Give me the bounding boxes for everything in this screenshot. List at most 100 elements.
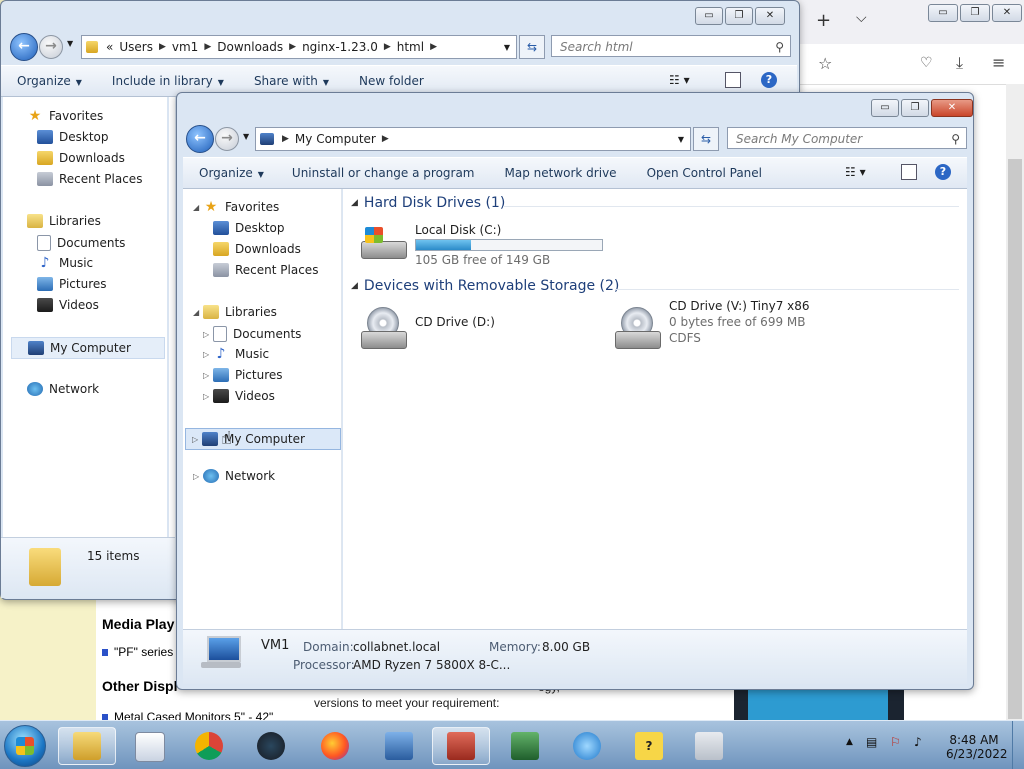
address-dropdown-icon[interactable]: ▼ — [678, 135, 684, 144]
nav-pictures[interactable]: ▷ Pictures — [203, 368, 283, 382]
pocket-icon[interactable]: ♡ — [920, 55, 933, 71]
view-options-icon[interactable]: ☷ ▾ — [669, 73, 690, 87]
expand-arrow-icon[interactable]: ▷ — [203, 350, 213, 359]
nav-pictures[interactable]: Pictures — [37, 277, 107, 291]
search-input[interactable]: Search html ⚲ — [551, 35, 791, 57]
tab-list-button[interactable]: ⌵ — [856, 10, 867, 26]
nav-network[interactable]: ▷ Network — [193, 469, 275, 483]
group-hard-disk-drives[interactable]: ◢ Hard Disk Drives (1) — [351, 195, 505, 211]
taskbar-chrome[interactable] — [180, 727, 238, 765]
file-list-area[interactable] — [169, 97, 175, 537]
preview-pane-icon[interactable] — [901, 164, 917, 180]
close-button[interactable]: ✕ — [931, 99, 973, 117]
breadcrumb-html[interactable]: html — [397, 40, 424, 54]
taskbar-media-player[interactable] — [120, 727, 178, 765]
browser-close-button[interactable]: ✕ — [992, 4, 1022, 22]
nav-downloads[interactable]: Downloads — [213, 242, 301, 256]
nav-libraries[interactable]: ◢ Libraries — [193, 305, 277, 319]
group-collapse-icon[interactable]: ◢ — [351, 281, 358, 291]
breadcrumb-overflow[interactable]: « — [106, 40, 113, 54]
preview-pane-icon[interactable] — [725, 72, 741, 88]
minimize-button[interactable]: ▭ — [695, 7, 723, 25]
expand-arrow-icon[interactable]: ▷ — [203, 371, 213, 380]
address-bar[interactable]: « Users ▶ vm1 ▶ Downloads ▶ nginx-1.23.0 ▶ h… — [81, 35, 517, 59]
organize-menu[interactable]: Organize ▼ — [199, 166, 264, 180]
nav-downloads[interactable]: Downloads — [37, 151, 125, 165]
uninstall-program-button[interactable]: Uninstall or change a program — [292, 166, 475, 180]
nav-libraries[interactable]: Libraries — [27, 214, 101, 228]
search-input[interactable]: Search My Computer ⚲ — [727, 127, 967, 149]
organize-menu[interactable]: Organize ▼ — [17, 74, 82, 88]
content-area[interactable]: ◢ Hard Disk Drives (1) Local Disk (C:) 1… — [343, 189, 967, 629]
browser-maximize-button[interactable]: ❐ — [960, 4, 990, 22]
browser-scroll-thumb[interactable] — [1008, 159, 1022, 719]
download-icon[interactable]: ⤓ — [956, 53, 963, 73]
help-icon[interactable]: ? — [935, 164, 951, 180]
group-collapse-icon[interactable]: ◢ — [351, 198, 358, 208]
web-bullet-pf[interactable]: "PF" series — [102, 645, 173, 659]
taskbar-installer[interactable] — [432, 727, 490, 765]
taskbar-internet-explorer[interactable] — [558, 727, 616, 765]
view-options-icon[interactable]: ☷ ▾ — [845, 165, 866, 179]
drive-cd-d[interactable]: CD Drive (D:) — [359, 307, 559, 355]
recent-pages-chevron-icon[interactable]: ▼ — [67, 39, 73, 48]
start-button[interactable] — [4, 725, 46, 767]
nav-desktop[interactable]: Desktop — [213, 221, 285, 235]
back-arrow-icon[interactable]: ← — [10, 33, 38, 61]
taskbar-explorer[interactable] — [58, 727, 116, 765]
group-removable-storage[interactable]: ◢ Devices with Removable Storage (2) — [351, 278, 619, 294]
expand-arrow-icon[interactable]: ▷ — [193, 472, 203, 481]
search-icon[interactable]: ⚲ — [951, 128, 960, 150]
network-tray-icon[interactable]: ▤ — [866, 735, 877, 749]
nav-my-computer[interactable]: ▷ My Computer — [185, 428, 341, 450]
breadcrumb-downloads[interactable]: Downloads — [217, 40, 283, 54]
forward-arrow-icon[interactable]: → — [39, 35, 63, 59]
include-in-library-menu[interactable]: Include in library ▼ — [112, 74, 224, 88]
nav-my-computer[interactable]: My Computer — [11, 337, 165, 359]
collapse-arrow-icon[interactable]: ◢ — [193, 203, 203, 212]
nav-desktop[interactable]: Desktop — [37, 130, 109, 144]
browser-scrollbar[interactable] — [1006, 84, 1024, 720]
taskbar-system-monitor[interactable] — [496, 727, 554, 765]
nav-favorites[interactable]: ★ Favorites — [27, 109, 104, 123]
back-arrow-icon[interactable]: ← — [186, 125, 214, 153]
breadcrumb-vm1[interactable]: vm1 — [172, 40, 198, 54]
taskbar-help[interactable]: ? — [620, 727, 678, 765]
menu-icon[interactable]: ≡ — [992, 53, 1005, 72]
show-hidden-icons-button[interactable]: ▲ — [846, 737, 853, 747]
refresh-icon[interactable]: ⇆ — [693, 127, 719, 151]
bookmark-star-icon[interactable]: ☆ — [818, 54, 832, 73]
breadcrumb-my-computer[interactable]: My Computer — [295, 132, 376, 146]
volume-icon[interactable]: ♪ — [914, 735, 922, 749]
forward-arrow-icon[interactable]: → — [215, 127, 239, 151]
help-icon[interactable]: ? — [761, 72, 777, 88]
taskbar-firefox[interactable] — [306, 727, 364, 765]
taskbar-blank-app[interactable] — [680, 727, 738, 765]
drive-local-disk-c[interactable]: Local Disk (C:) 105 GB free of 149 GB — [359, 221, 609, 269]
refresh-icon[interactable]: ⇆ — [519, 35, 545, 59]
browser-minimize-button[interactable]: ▭ — [928, 4, 958, 22]
address-bar[interactable]: ▶ My Computer ▶ ▼ — [255, 127, 691, 151]
taskbar-network-tool[interactable] — [370, 727, 428, 765]
breadcrumb-nginx[interactable]: nginx-1.23.0 — [302, 40, 378, 54]
new-tab-button[interactable]: + — [816, 10, 831, 31]
explorer-window-my-computer[interactable]: ▭ ❐ ✕ ← → ▼ ▶ My Computer ▶ ▼ ⇆ Search My… — [176, 92, 974, 690]
collapse-arrow-icon[interactable]: ◢ — [193, 308, 203, 317]
open-control-panel-button[interactable]: Open Control Panel — [647, 166, 762, 180]
nav-recent-places[interactable]: Recent Places — [37, 172, 142, 186]
action-center-icon[interactable]: ⚐ — [890, 735, 901, 749]
nav-favorites[interactable]: ◢ ★ Favorites — [193, 200, 279, 214]
maximize-button[interactable]: ❐ — [901, 99, 929, 117]
nav-documents[interactable]: ▷ Documents — [203, 326, 301, 342]
expand-arrow-icon[interactable]: ▷ — [203, 392, 213, 401]
taskbar-steam[interactable] — [242, 727, 300, 765]
nav-videos[interactable]: ▷ Videos — [203, 389, 275, 403]
maximize-button[interactable]: ❐ — [725, 7, 753, 25]
expand-arrow-icon[interactable]: ▷ — [192, 435, 202, 444]
nav-network[interactable]: Network — [27, 382, 99, 396]
recent-pages-chevron-icon[interactable]: ▼ — [243, 132, 249, 141]
nav-recent-places[interactable]: Recent Places — [213, 263, 318, 277]
minimize-button[interactable]: ▭ — [871, 99, 899, 117]
nav-music[interactable]: ♪ Music — [37, 256, 94, 270]
expand-arrow-icon[interactable]: ▷ — [203, 330, 213, 339]
